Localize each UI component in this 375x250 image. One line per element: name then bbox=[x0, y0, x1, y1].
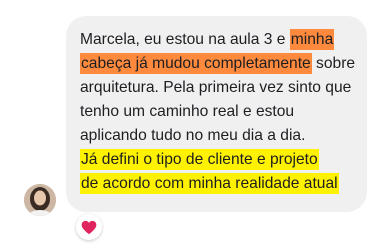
heart-icon bbox=[81, 220, 97, 234]
highlight-yellow: de acordo com minha realidade atual bbox=[80, 173, 339, 194]
message-bubble[interactable]: Marcela, eu estou na aula 3 e minha cabe… bbox=[66, 16, 367, 212]
message-line: tenho um caminho real e estou bbox=[80, 103, 295, 120]
avatar-photo bbox=[24, 184, 56, 216]
message-text: Marcela, eu estou na aula 3 e minha cabe… bbox=[80, 28, 362, 196]
sender-avatar[interactable] bbox=[24, 184, 56, 216]
reaction-badge[interactable] bbox=[76, 214, 102, 240]
message-line: Marcela, eu estou na aula 3 e minha bbox=[80, 29, 335, 50]
highlight-orange: minha bbox=[289, 29, 335, 50]
highlight-orange: cabeça já mudou completamente bbox=[80, 53, 312, 74]
message-line: de acordo com minha realidade atual bbox=[80, 172, 362, 196]
message-line: cabeça já mudou completamente sobre bbox=[80, 53, 356, 74]
highlight-yellow: Já defini o tipo de cliente e projeto bbox=[80, 149, 319, 170]
message-line: Já defini o tipo de cliente e projeto bbox=[80, 148, 362, 172]
message-line: arquitetura. Pela primeira vez sinto que bbox=[80, 79, 352, 96]
message-line: aplicando tudo no meu dia a dia. bbox=[80, 127, 306, 144]
